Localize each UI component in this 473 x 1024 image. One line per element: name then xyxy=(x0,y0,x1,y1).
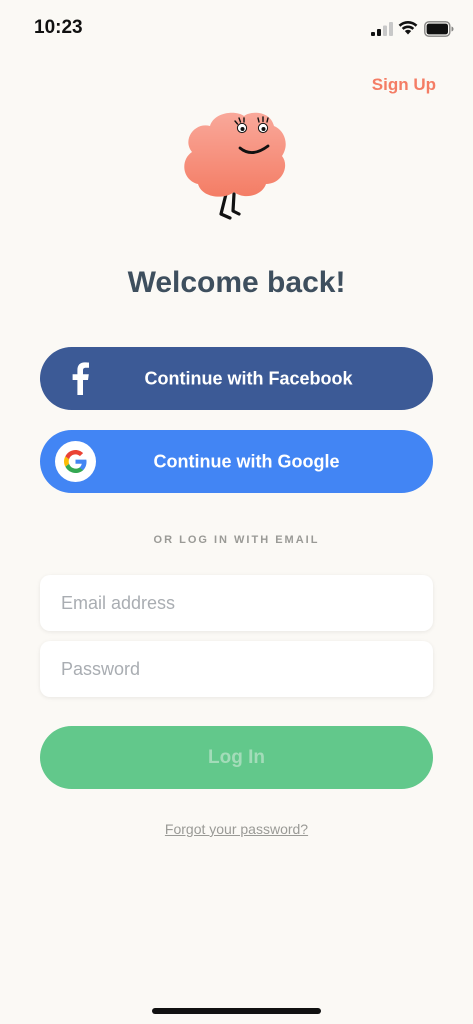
battery-icon xyxy=(424,21,454,37)
email-login-divider: OR LOG IN WITH EMAIL xyxy=(153,534,320,546)
page-title: Welcome back! xyxy=(127,266,346,299)
signup-link[interactable]: Sign Up xyxy=(372,75,436,95)
signal-icon xyxy=(371,22,393,36)
status-bar: 10:23 xyxy=(0,0,473,56)
login-button[interactable]: Log In xyxy=(40,726,433,789)
password-field[interactable] xyxy=(40,641,433,697)
google-button-label: Continue with Google xyxy=(153,451,340,471)
continue-with-facebook-button[interactable]: Continue with Facebook xyxy=(40,347,433,410)
home-indicator[interactable] xyxy=(152,1008,321,1014)
facebook-button-label: Continue with Facebook xyxy=(144,368,353,388)
login-screen: 10:23 Sign Up Welcome back! Continue wit… xyxy=(0,0,473,1024)
email-field[interactable] xyxy=(40,575,433,631)
wifi-icon xyxy=(398,20,418,35)
pink-cloud-mascot-icon xyxy=(184,112,286,220)
forgot-password-link[interactable]: Forgot your password? xyxy=(0,821,473,837)
status-time: 10:23 xyxy=(34,17,83,38)
continue-with-google-button[interactable]: Continue with Google xyxy=(40,430,433,493)
